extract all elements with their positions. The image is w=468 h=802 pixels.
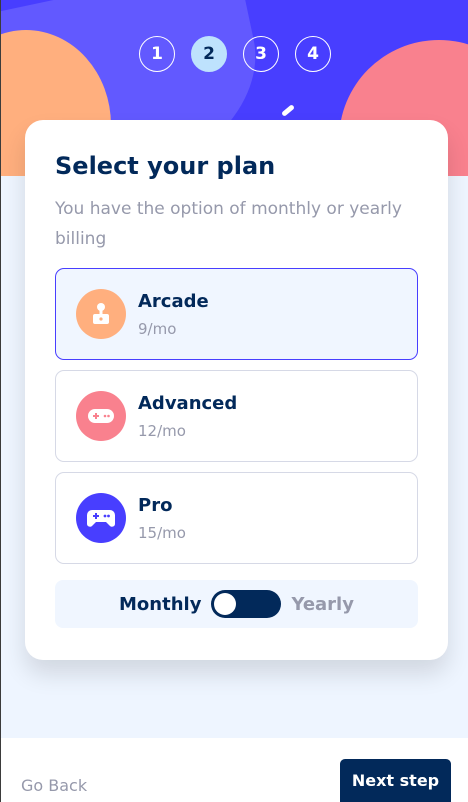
billing-toggle-bar: Monthly Yearly [55, 580, 418, 628]
toggle-knob [214, 593, 237, 615]
step-3[interactable]: 3 [243, 36, 279, 72]
controller-icon [76, 493, 126, 543]
plan-list: Arcade 9/mo Advanced 12/mo Pro 15/mo [55, 268, 418, 564]
plan-option-pro[interactable]: Pro 15/mo [55, 472, 418, 564]
plan-name: Advanced [138, 392, 238, 414]
go-back-link[interactable]: Go Back [21, 776, 87, 795]
arcade-icon [76, 289, 126, 339]
step-4[interactable]: 4 [295, 36, 331, 72]
footer-bar: Go Back Next step [1, 738, 468, 802]
plan-price: 12/mo [138, 421, 186, 440]
plan-name: Arcade [138, 290, 209, 312]
gamepad-icon [76, 391, 126, 441]
page-title: Select your plan [55, 152, 276, 180]
step-1[interactable]: 1 [139, 36, 175, 72]
plan-card: Select your plan You have the option of … [25, 120, 448, 660]
billing-yearly-label[interactable]: Yearly [291, 594, 354, 615]
plan-price: 9/mo [138, 319, 177, 338]
decor-stroke [281, 104, 295, 117]
plan-option-advanced[interactable]: Advanced 12/mo [55, 370, 418, 462]
page-subtitle: You have the option of monthly or yearly… [55, 199, 402, 249]
app-frame: 1 2 3 4 Select your plan You have the op… [0, 0, 468, 802]
next-step-button[interactable]: Next step [340, 759, 451, 802]
billing-monthly-label[interactable]: Monthly [119, 594, 201, 615]
step-2[interactable]: 2 [191, 36, 227, 72]
step-indicator: 1 2 3 4 [1, 36, 468, 72]
plan-name: Pro [138, 494, 173, 516]
billing-toggle-switch[interactable] [211, 590, 282, 618]
plan-price: 15/mo [138, 523, 186, 542]
plan-option-arcade[interactable]: Arcade 9/mo [55, 268, 418, 360]
